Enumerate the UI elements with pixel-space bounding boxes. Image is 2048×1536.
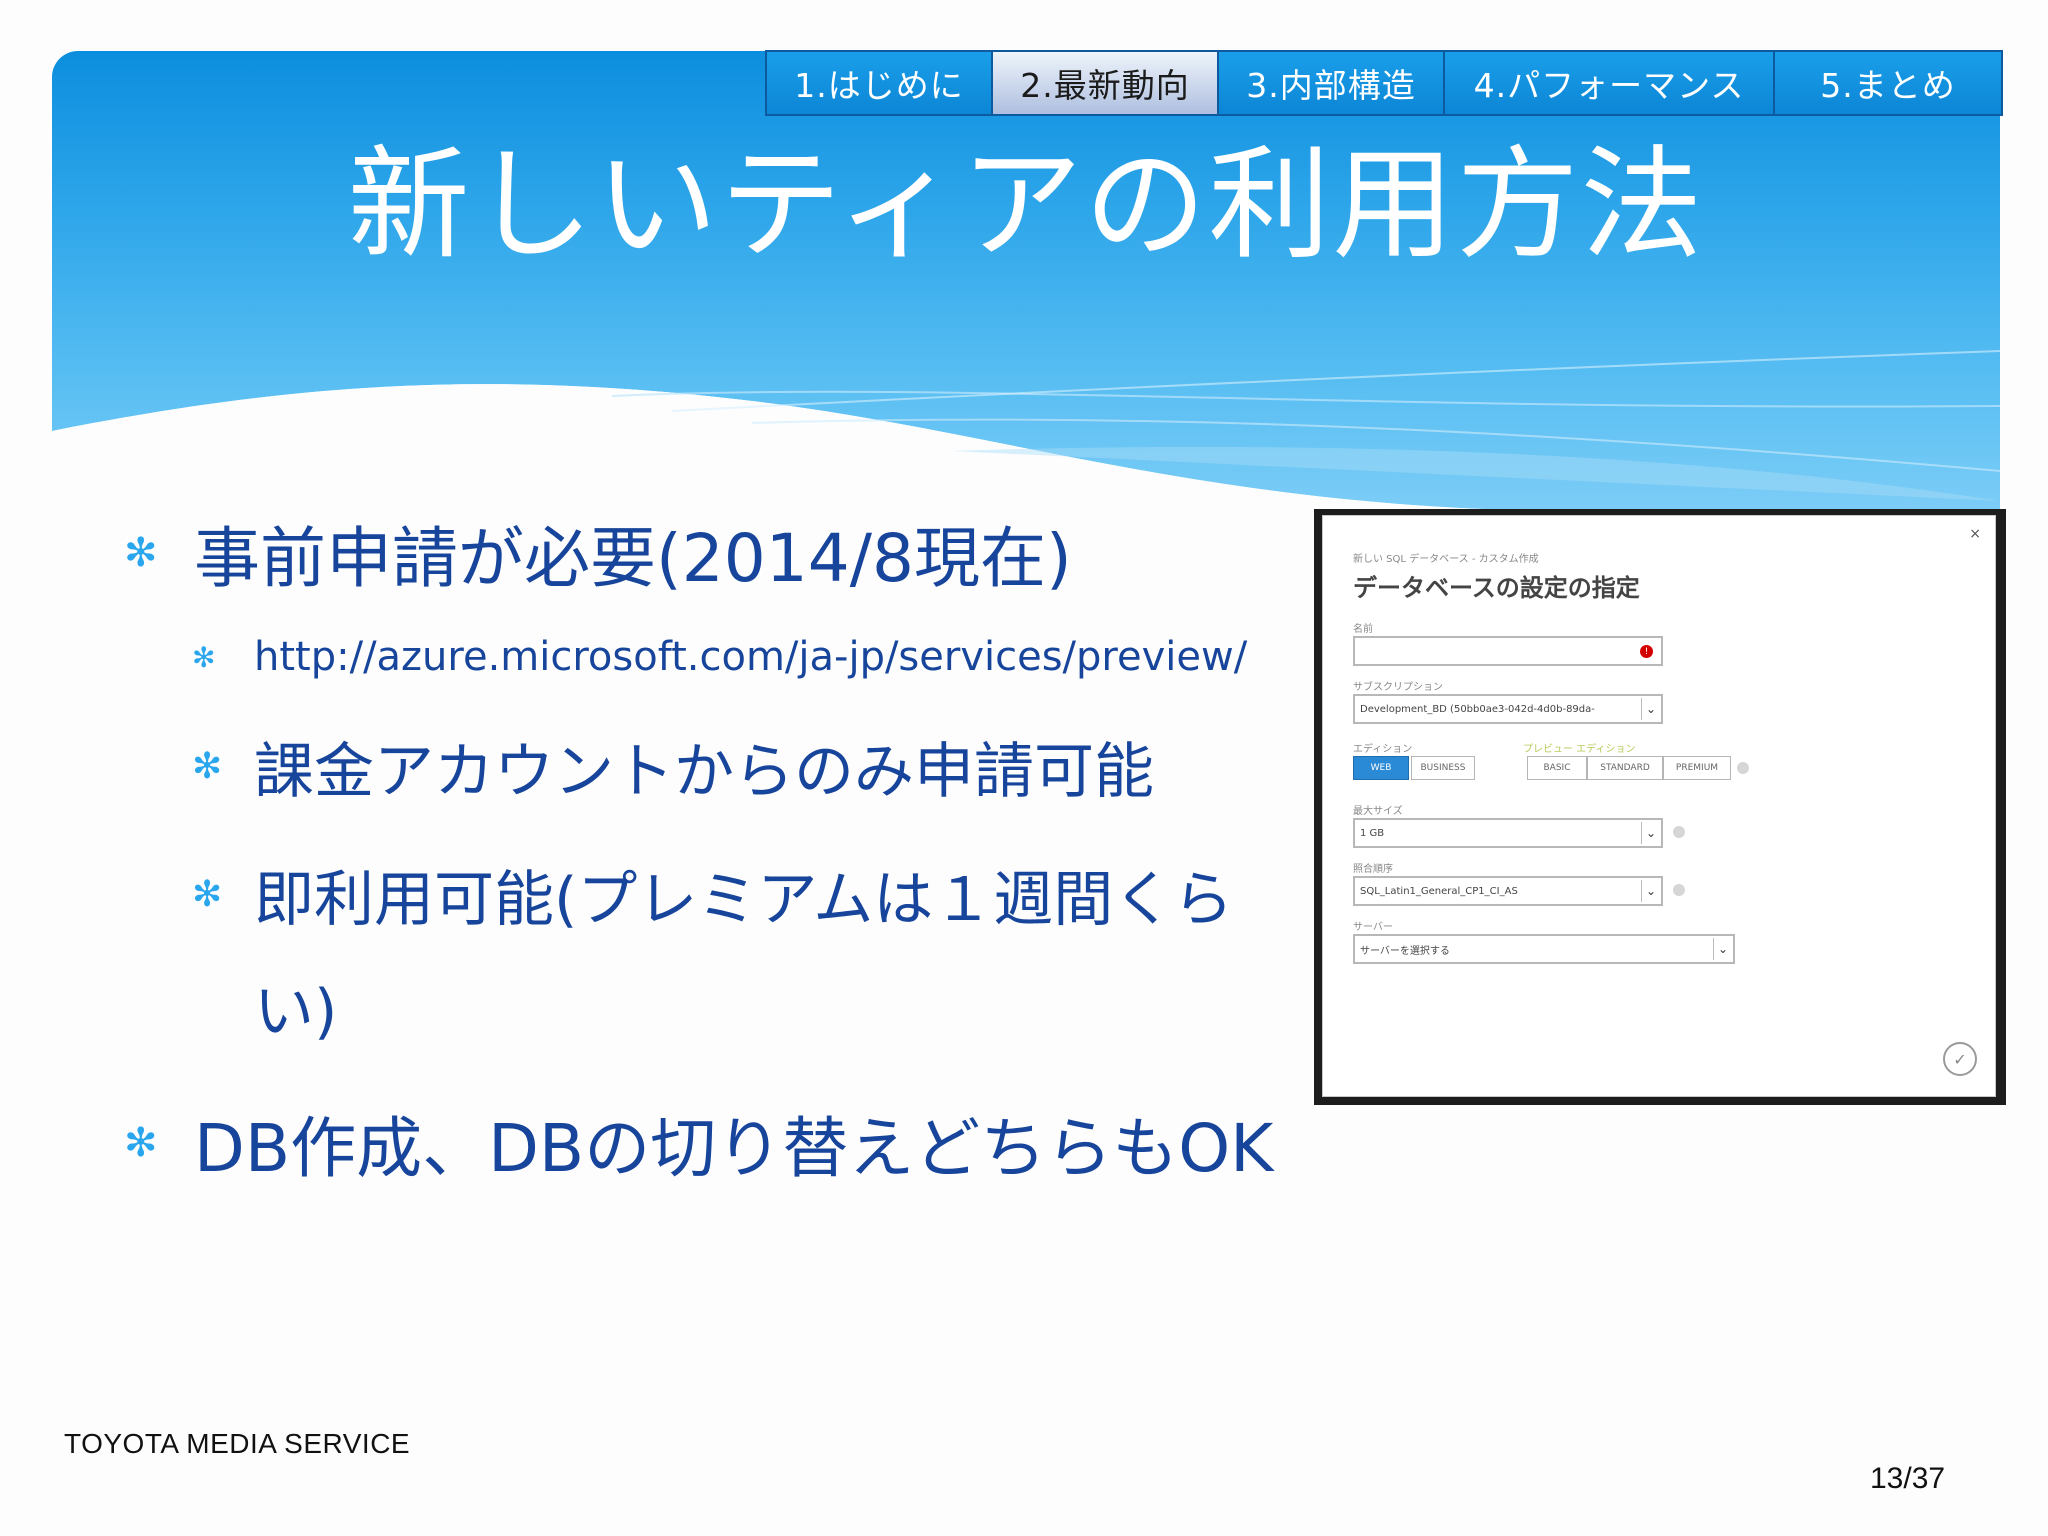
nav-tab-intro[interactable]: 1.はじめに	[765, 50, 993, 116]
max-size-select[interactable]: 1 GB ⌄	[1353, 818, 1663, 848]
header-wave-decoration	[52, 350, 2000, 511]
name-label: 名前	[1353, 624, 1373, 635]
company-name: TOYOTA MEDIA SERVICE	[64, 1428, 411, 1459]
bullet-db-create-switch: ✻ DB作成、DBの切り替えどちらもOK	[124, 1098, 1273, 1188]
max-size-label: 最大サイズ	[1353, 806, 1403, 817]
server-label: サーバー	[1353, 922, 1393, 933]
edition-business-button[interactable]: BUSINESS	[1411, 756, 1475, 780]
sub-bullet-immediate-use-cont: い)	[254, 966, 337, 1047]
chevron-down-icon: ⌄	[1713, 938, 1732, 960]
max-size-value: 1 GB	[1360, 827, 1385, 839]
dialog-heading: データベースの設定の指定	[1353, 574, 1640, 602]
preview-edition-label: プレビュー エディション	[1523, 744, 1636, 755]
preview-url-link[interactable]: http://azure.microsoft.com/ja-jp/service…	[254, 634, 1247, 680]
edition-web-button[interactable]: WEB	[1353, 756, 1409, 780]
help-icon[interactable]	[1673, 884, 1685, 896]
subscription-select[interactable]: Development_BD (50bb0ae3-042d-4d0b-89da-…	[1353, 694, 1663, 724]
name-input[interactable]: !	[1353, 636, 1663, 666]
nav-tab-summary[interactable]: 5.まとめ	[1773, 50, 2003, 116]
bullet-star-icon: ✻	[124, 530, 158, 576]
slide-title: 新しいティアの利用方法	[347, 134, 1705, 276]
chevron-down-icon: ⌄	[1641, 698, 1660, 720]
close-icon[interactable]: ×	[1969, 526, 1981, 542]
help-icon[interactable]	[1673, 826, 1685, 838]
bullet-star-icon: ✻	[124, 1120, 158, 1166]
subscription-label: サブスクリプション	[1353, 682, 1443, 693]
nav-tab-performance[interactable]: 4.パフォーマンス	[1443, 50, 1775, 116]
server-value: サーバーを選択する	[1360, 945, 1450, 957]
dialog-screenshot: 新しい SQL データベース - カスタム作成 データベースの設定の指定 × 名…	[1314, 509, 2006, 1105]
sql-database-settings-dialog: 新しい SQL データベース - カスタム作成 データベースの設定の指定 × 名…	[1322, 515, 1996, 1097]
bullet-star-icon: ✻	[192, 745, 223, 787]
bullet-star-icon: ✻	[192, 640, 216, 674]
section-nav: 1.はじめに 2.最新動向 3.内部構造 4.パフォーマンス 5.まとめ	[765, 50, 2003, 116]
header-band	[52, 51, 2000, 511]
bullet-preview-application: ✻ 事前申請が必要(2014/8現在)	[124, 508, 1072, 598]
collation-value: SQL_Latin1_General_CP1_CI_AS	[1360, 885, 1518, 897]
nav-tab-internal-structure[interactable]: 3.内部構造	[1217, 50, 1445, 116]
nav-tab-latest-trends[interactable]: 2.最新動向	[991, 50, 1219, 116]
error-icon: !	[1640, 645, 1653, 658]
edition-label: エディション	[1353, 744, 1413, 755]
sub-bullet-immediate-use: ✻ 即利用可能(プレミアムは１週間くら	[192, 854, 1233, 935]
edition-premium-button[interactable]: PREMIUM	[1663, 756, 1731, 780]
collation-label: 照合順序	[1353, 864, 1393, 875]
bullet-text: い)	[254, 976, 338, 1047]
bullet-text: DB作成、DBの切り替えどちらもOK	[194, 1110, 1274, 1187]
server-select[interactable]: サーバーを選択する ⌄	[1353, 934, 1735, 964]
bullet-text: 課金アカウントからのみ申請可能	[254, 736, 1154, 807]
sub-bullet-billing-account: ✻ 課金アカウントからのみ申請可能	[192, 726, 1154, 807]
bullet-star-icon: ✻	[192, 873, 223, 915]
confirm-check-icon[interactable]: ✓	[1943, 1042, 1977, 1076]
help-icon[interactable]	[1737, 762, 1749, 774]
chevron-down-icon: ⌄	[1641, 880, 1660, 902]
bullet-text: 即利用可能(プレミアムは１週間くら	[254, 864, 1234, 935]
slide: 1.はじめに 2.最新動向 3.内部構造 4.パフォーマンス 5.まとめ 新しい…	[0, 0, 2048, 1536]
sub-bullet-url: ✻ http://azure.microsoft.com/ja-jp/servi…	[192, 632, 1247, 682]
dialog-breadcrumb: 新しい SQL データベース - カスタム作成	[1353, 554, 1539, 565]
chevron-down-icon: ⌄	[1641, 822, 1660, 844]
edition-standard-button[interactable]: STANDARD	[1587, 756, 1663, 780]
edition-basic-button[interactable]: BASIC	[1527, 756, 1587, 780]
subscription-value: Development_BD (50bb0ae3-042d-4d0b-89da-	[1360, 703, 1595, 715]
collation-select[interactable]: SQL_Latin1_General_CP1_CI_AS ⌄	[1353, 876, 1663, 906]
bullet-text: 事前申請が必要(2014/8現在)	[194, 520, 1072, 597]
page-number: 13/37	[1870, 1462, 1946, 1495]
